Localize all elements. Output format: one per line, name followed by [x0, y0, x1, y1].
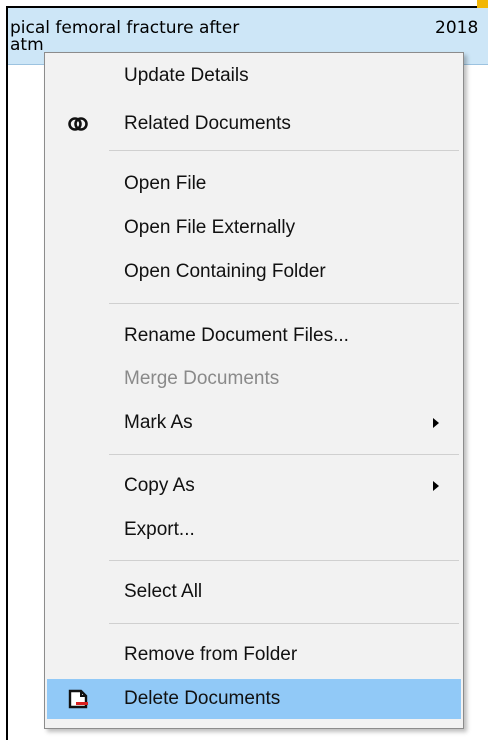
menu-item-merge-documents: Merge Documents: [47, 359, 461, 399]
menu-item-label: Open Containing Folder: [124, 261, 326, 282]
menu-item-copy-as[interactable]: Copy As: [47, 466, 461, 506]
context-menu: Update Details Related Documents Open Fi…: [44, 52, 464, 729]
document-title-line1: pical femoral fracture after: [10, 18, 240, 38]
menu-item-label: Copy As: [124, 475, 195, 496]
menu-item-label: Merge Documents: [124, 368, 280, 389]
window-border-left: [6, 6, 8, 740]
menu-separator: [109, 623, 459, 624]
menu-item-label: Mark As: [124, 412, 193, 433]
menu-item-label: Export...: [124, 519, 195, 540]
menu-item-label: Remove from Folder: [124, 644, 298, 665]
menu-separator: [109, 454, 459, 455]
document-title-line2: atm: [10, 35, 44, 55]
menu-item-open-containing-folder[interactable]: Open Containing Folder: [47, 252, 461, 292]
menu-item-label: Select All: [124, 581, 203, 602]
submenu-arrow-icon: [433, 481, 439, 491]
menu-item-label: Open File Externally: [124, 217, 296, 238]
related-documents-icon: [67, 114, 89, 134]
menu-separator: [109, 303, 459, 304]
menu-item-label: Open File: [124, 173, 207, 194]
menu-separator: [109, 560, 459, 561]
menu-item-remove-from-folder[interactable]: Remove from Folder: [47, 635, 461, 675]
menu-separator: [109, 150, 459, 151]
menu-item-open-file-externally[interactable]: Open File Externally: [47, 208, 461, 248]
menu-item-export[interactable]: Export...: [47, 510, 461, 550]
menu-item-label: Rename Document Files...: [124, 325, 349, 346]
menu-item-open-file[interactable]: Open File: [47, 164, 461, 204]
menu-item-label: Related Documents: [124, 113, 291, 134]
menu-item-rename-document-files[interactable]: Rename Document Files...: [47, 316, 461, 356]
submenu-arrow-icon: [433, 418, 439, 428]
menu-item-update-details[interactable]: Update Details: [47, 56, 461, 96]
menu-item-delete-documents[interactable]: Delete Documents: [47, 679, 461, 719]
menu-item-mark-as[interactable]: Mark As: [47, 403, 461, 443]
delete-documents-icon: [67, 689, 89, 709]
document-year: 2018: [435, 18, 479, 38]
menu-item-label: Update Details: [124, 65, 249, 86]
menu-item-related-documents[interactable]: Related Documents: [47, 104, 461, 144]
menu-item-label: Delete Documents: [124, 688, 281, 709]
menu-item-select-all[interactable]: Select All: [47, 572, 461, 612]
